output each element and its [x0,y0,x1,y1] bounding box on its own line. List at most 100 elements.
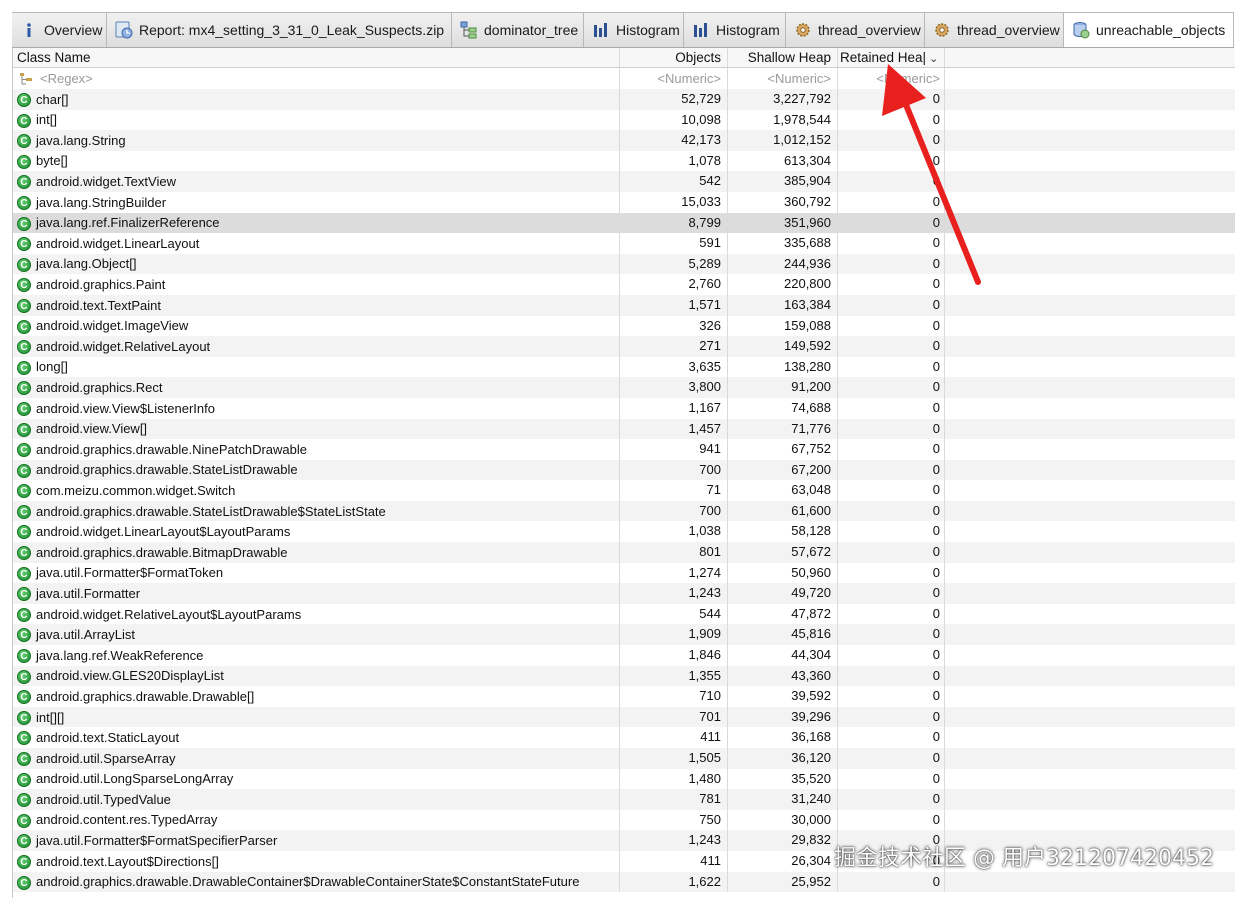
class-icon: C [17,875,31,890]
table-row[interactable]: Cchar[] 52,729 3,227,792 0 [13,89,1235,110]
class-name: android.widget.ImageView [36,318,189,334]
table-row[interactable]: Candroid.widget.TextView 542 385,904 0 [13,171,1235,192]
class-name-cell: Candroid.graphics.Rect [13,377,619,398]
table-row[interactable]: Cjava.util.Formatter 1,243 49,720 0 [13,583,1235,604]
class-name-cell: Candroid.graphics.drawable.DrawableConta… [13,872,619,893]
watermark: 掘金技术社区 @ 用户321207420452 [834,846,1214,871]
class-name-cell: Cint[] [13,110,619,131]
chevron-down-icon[interactable]: ⌄ [929,50,938,67]
retained-heap-cell: 0 [837,253,945,275]
table-row[interactable]: Candroid.util.SparseArray 1,505 36,120 0 [13,748,1235,769]
retained-heap-cell: 0 [837,356,945,378]
retained-heap-cell: 0 [837,521,945,543]
table-row[interactable]: Candroid.widget.LinearLayout$LayoutParam… [13,521,1235,543]
table-row[interactable]: Candroid.graphics.Paint 2,760 220,800 0 [13,274,1235,295]
table-row[interactable]: Candroid.graphics.drawable.NinePatchDraw… [13,439,1235,460]
table-row[interactable]: Candroid.graphics.drawable.DrawableConta… [13,871,1235,893]
class-name-cell: Cjava.lang.String [13,130,619,151]
retained-heap-cell: 0 [837,418,945,440]
tab-label: Report: mx4_setting_3_31_0_Leak_Suspects… [139,22,445,38]
tab-histogram[interactable]: Histogram [584,13,684,47]
class-name: android.graphics.drawable.DrawableContai… [36,874,580,890]
table-row[interactable]: Candroid.graphics.drawable.StateListDraw… [13,500,1235,522]
table-row[interactable]: Candroid.view.View$ListenerInfo 1,167 74,6… [13,397,1235,419]
objects-cell: 411 [619,727,727,748]
table-body: Cchar[] 52,729 3,227,792 0 Cint[] 10,098 1,978… [13,89,1235,893]
table-row[interactable]: Candroid.graphics.drawable.Drawable[] 710… [13,686,1235,707]
objects-filter-cell[interactable]: <Numeric> [619,68,727,89]
tab-thread-overview[interactable]: thread_overview [786,13,925,47]
table-row[interactable]: Candroid.content.res.TypedArray 750 30,000… [13,809,1235,831]
tab-unreachable-objects[interactable]: unreachable_objects [1064,13,1234,47]
class-name: android.text.StaticLayout [36,730,180,746]
shallow-heap-cell: 220,800 [727,274,837,295]
class-name-cell: Ccom.meizu.common.widget.Switch [13,480,619,501]
table-row[interactable]: Cjava.lang.Object[] 5,289 244,936 0 [13,253,1235,275]
class-name-cell: Cjava.lang.ref.FinalizerReference [13,213,619,234]
retained-heap-cell: 0 [837,809,945,831]
class-name-cell: Cchar[] [13,89,619,110]
column-header-class-name[interactable]: Class Name [13,48,619,67]
class-name: com.meizu.common.widget.Switch [36,482,236,498]
regex-filter-icon [17,70,35,88]
table-row[interactable]: Ccom.meizu.common.widget.Switch 71 63,048 0 [13,480,1235,501]
table-row[interactable]: Candroid.text.StaticLayout 411 36,168 0 [13,727,1235,748]
class-icon: C [17,607,31,622]
table-row[interactable]: Candroid.graphics.drawable.StateListDraw… [13,459,1235,481]
table-row[interactable]: Cjava.util.ArrayList 1,909 45,816 0 [13,624,1235,646]
table-row[interactable]: Candroid.view.GLES20DisplayList 1,355 43,3… [13,665,1235,687]
class-name: android.graphics.Paint [36,277,166,293]
table-row[interactable]: Candroid.graphics.drawable.BitmapDrawabl… [13,542,1235,563]
table-row[interactable]: Cjava.lang.ref.FinalizerReference 8,799 35… [13,212,1235,234]
class-icon: C [17,793,31,808]
column-header-retained-heap[interactable]: Retained Hea| ⌄ [837,48,945,67]
retained-heap-cell: 0 [837,603,945,625]
retained-heap-cell: 0 [837,89,945,110]
retained-heap-filter-cell[interactable]: <Numeric> [837,68,945,89]
tab-report-mx4-setting-3-31-0-leak-suspects-zip[interactable]: Report: mx4_setting_3_31_0_Leak_Suspects… [107,13,452,47]
table-row[interactable]: Cbyte[] 1,078 613,304 0 [13,150,1235,172]
table-row[interactable]: Candroid.view.View[] 1,457 71,776 0 [13,418,1235,440]
shallow-heap-cell: 3,227,792 [727,89,837,110]
table-row[interactable]: Candroid.widget.RelativeLayout$LayoutPar… [13,603,1235,625]
regex-filter-cell[interactable]: <Regex> [13,68,619,89]
table-row[interactable]: Candroid.widget.RelativeLayout 271 149,592… [13,336,1235,357]
editor-tab-bar: Overview Report: mx4_setting_3_31_0_Leak_… [12,12,1234,48]
database-icon [1072,21,1090,39]
objects-cell: 326 [619,315,727,337]
table-row[interactable]: Cint[][] 701 39,296 0 [13,706,1235,728]
tab-thread-overview[interactable]: thread_overview [925,13,1064,47]
class-icon: C [17,93,31,107]
objects-cell: 1,505 [619,748,727,769]
class-name: android.view.View$ListenerInfo [36,400,215,416]
table-row[interactable]: Candroid.util.LongSparseLongArray 1,480 35… [13,768,1235,790]
table-row[interactable]: Candroid.graphics.Rect 3,800 91,200 0 [13,377,1235,398]
table-row[interactable]: Candroid.util.TypedValue 781 31,240 0 [13,789,1235,810]
shallow-heap-cell: 50,960 [727,562,837,584]
table-row[interactable]: Candroid.text.TextPaint 1,571 163,384 0 [13,294,1235,316]
table-row[interactable]: Cjava.lang.StringBuilder 15,033 360,792 0 [13,191,1235,213]
tab-histogram[interactable]: Histogram [684,13,786,47]
retained-heap-cell: 0 [837,274,945,295]
table-row[interactable]: Cjava.lang.ref.WeakReference 1,846 44,304 0 [13,645,1235,666]
table-row[interactable]: Cjava.util.Formatter$FormatToken 1,274 50,… [13,562,1235,584]
shallow-heap-cell: 44,304 [727,645,837,666]
table-row[interactable]: Candroid.widget.ImageView 326 159,088 0 [13,315,1235,337]
shallow-heap-cell: 351,960 [727,212,837,234]
table-row[interactable]: Clong[] 3,635 138,280 0 [13,356,1235,378]
shallow-heap-cell: 163,384 [727,294,837,316]
column-header-objects[interactable]: Objects [619,48,727,67]
tab-dominator-tree[interactable]: dominator_tree [452,13,584,47]
objects-cell: 1,457 [619,418,727,440]
shallow-heap-cell: 25,952 [727,871,837,893]
objects-cell: 1,622 [619,871,727,893]
shallow-heap-filter-cell[interactable]: <Numeric> [727,68,837,89]
table-row[interactable]: Cint[] 10,098 1,978,544 0 [13,109,1235,131]
table-row[interactable]: Candroid.widget.LinearLayout 591 335,688 0 [13,233,1235,254]
class-name-cell: Cjava.util.ArrayList [13,624,619,645]
table-row[interactable]: Cjava.lang.String 42,173 1,012,152 0 [13,130,1235,151]
retained-heap-cell: 0 [837,397,945,419]
column-header-shallow-heap[interactable]: Shallow Heap [727,48,837,67]
tab-overview[interactable]: Overview [12,13,107,47]
report-icon [115,21,133,39]
